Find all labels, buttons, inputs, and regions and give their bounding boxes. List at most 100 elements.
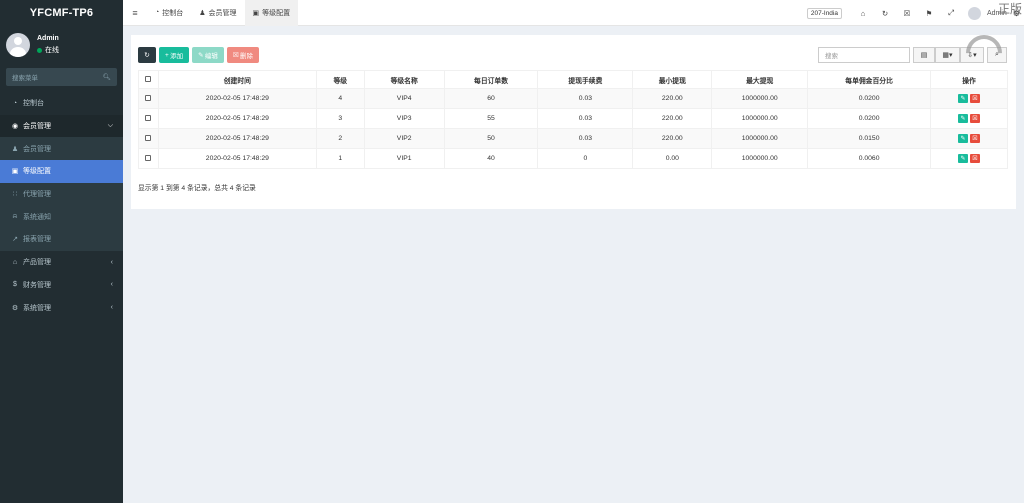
refresh-icon[interactable]: ↻: [874, 9, 896, 18]
columns-button[interactable]: ▦▾: [935, 47, 960, 63]
toolbar: ↻ + 添加 ✎ 编辑 ☒ 删除: [138, 47, 259, 63]
edit-button[interactable]: ✎ 编辑: [192, 47, 224, 63]
app-logo[interactable]: YFCMF-TP6: [0, 0, 123, 26]
cell-created-at: 2020-02-05 17:48:29: [157, 88, 317, 109]
sidebar-item-dashboard[interactable]: ◔ 控制台: [0, 92, 123, 115]
user-status: 在线: [37, 45, 59, 55]
tab-level-config[interactable]: ▣ 等级配置: [244, 0, 299, 26]
row-delete-button[interactable]: ☒: [970, 134, 980, 143]
row-delete-button[interactable]: ☒: [970, 94, 980, 103]
list-icon: ▤: [920, 52, 928, 59]
fullscreen-icon[interactable]: ⤢: [940, 8, 962, 18]
pencil-icon: ✎: [960, 156, 966, 162]
topbar: ≡ ◔ 控制台 ♟ 会员管理 ▣ 等级配置 207-India ⌂ ↻ ☒ ⚑ ⤢ A…: [123, 0, 1024, 26]
row-edit-button[interactable]: ✎: [958, 134, 968, 143]
cell-commission-rate: 0.0200: [807, 88, 932, 109]
cell-commission-rate: 0.0060: [807, 148, 932, 169]
sidebar-item-label: 产品管理: [23, 259, 51, 267]
toggle-view-button[interactable]: ▤: [913, 47, 935, 63]
sidebar-item-notifications[interactable]: ⍾ 系统通知: [0, 205, 123, 229]
sidebar-item-label: 会员管理: [23, 123, 51, 131]
add-button[interactable]: + 添加: [159, 47, 190, 63]
home-icon[interactable]: ⌂: [852, 9, 874, 18]
tab-member-management[interactable]: ♟ 会员管理: [191, 0, 244, 26]
user-panel: Admin 在线: [0, 26, 123, 64]
cell-daily-orders: 50: [443, 128, 539, 149]
row-delete-button[interactable]: ☒: [970, 154, 980, 163]
sidebar-item-products[interactable]: ⌂ 产品管理 ‹: [0, 251, 123, 274]
column-header[interactable]: 每单佣金百分比: [807, 70, 932, 89]
id-card-icon: ▣: [252, 9, 260, 17]
cell-withdraw-fee: 0.03: [537, 108, 634, 129]
cell-level-name: VIP3: [363, 108, 445, 129]
sidebar-search-input[interactable]: 搜索菜单 🔍︎: [6, 68, 117, 86]
search-icon[interactable]: 🔍︎: [103, 73, 111, 81]
dashboard-icon: ◔: [155, 9, 160, 16]
refresh-icon: ↻: [144, 52, 150, 59]
refresh-button[interactable]: ↻: [138, 47, 156, 63]
row-delete-button[interactable]: ☒: [970, 114, 980, 123]
pencil-icon: ✎: [960, 96, 966, 102]
sidebar-item-level-config[interactable]: ▣ 等级配置: [0, 160, 123, 183]
row-select-cell[interactable]: [138, 128, 159, 149]
trash-icon: ☒: [972, 156, 978, 162]
column-header[interactable]: 每日订单数: [443, 70, 539, 89]
sidebar-menu: ◔ 控制台 ◉ 会员管理 ⌵ ♟ 会员管理 ▣ 等级配置 ∷ 代理管理 ⍾ 系统通知 ↗ 报表管…: [0, 92, 123, 319]
sidebar-item-label: 报表管理: [23, 236, 51, 244]
row-checkbox[interactable]: [145, 154, 152, 161]
row-select-cell[interactable]: [138, 148, 159, 169]
content-panel: ↻ + 添加 ✎ 编辑 ☒ 删除 搜索 ▤ ▦▾ ⇩▾ ⌕ 创建时间 等级 等级…: [131, 27, 1016, 209]
row-edit-button[interactable]: ✎: [958, 114, 968, 123]
server-badge[interactable]: 207-India: [806, 7, 842, 19]
column-header[interactable]: 创建时间: [157, 70, 317, 89]
topbar-actions: 207-India ⌂ ↻ ☒ ⚑ ⤢ Admin ⚙: [806, 0, 1024, 26]
column-header[interactable]: 提现手续费: [537, 70, 634, 89]
delete-button-label: 删除: [240, 53, 253, 60]
column-header[interactable]: 等级: [315, 70, 365, 89]
cell-daily-orders: 40: [443, 148, 539, 169]
delete-button[interactable]: ☒ 删除: [226, 47, 259, 63]
cell-created-at: 2020-02-05 17:48:29: [157, 128, 317, 149]
user-avatar: [6, 33, 30, 57]
sidebar-item-members[interactable]: ♟ 会员管理: [0, 137, 123, 161]
chevron-down-icon: ⌵: [107, 122, 113, 130]
column-header[interactable]: 最大提现: [711, 70, 809, 89]
column-header[interactable]: 最小提现: [632, 70, 713, 89]
row-select-cell[interactable]: [138, 108, 159, 129]
cell-created-at: 2020-02-05 17:48:29: [157, 148, 317, 169]
tab-label: 控制台: [162, 9, 184, 17]
sidebar-item-system[interactable]: ⚙ 系统管理 ‹: [0, 296, 123, 319]
user-icon: ♟: [11, 145, 19, 153]
home-icon: ⌂: [12, 258, 18, 266]
sidebar-item-member-management[interactable]: ◉ 会员管理 ⌵: [0, 114, 123, 138]
table-row[interactable]: 2020-02-05 17:48:29 2 VIP2 50 0.03 220.0…: [138, 128, 1008, 149]
tab-dashboard[interactable]: ◔ 控制台: [147, 0, 191, 26]
trash-icon[interactable]: ☒: [896, 9, 918, 18]
cell-max-withdraw: 1000000.00: [711, 128, 809, 149]
translate-icon[interactable]: ⚑: [918, 9, 940, 18]
sidebar-item-label: 会员管理: [23, 145, 51, 153]
column-header[interactable]: 等级名称: [363, 70, 445, 89]
user-icon: ♟: [199, 9, 206, 17]
row-checkbox[interactable]: [145, 94, 152, 101]
row-checkbox[interactable]: [145, 134, 152, 141]
table-row[interactable]: 2020-02-05 17:48:29 1 VIP1 40 0 0.00 100…: [138, 148, 1008, 169]
sidebar-item-agents[interactable]: ∷ 代理管理: [0, 182, 123, 206]
table-row[interactable]: 2020-02-05 17:48:29 3 VIP3 55 0.03 220.0…: [138, 108, 1008, 129]
select-all-cell[interactable]: [138, 70, 159, 89]
table-search-input[interactable]: 搜索: [818, 47, 910, 63]
select-all-checkbox[interactable]: [145, 75, 152, 82]
menu-toggle-icon[interactable]: ≡: [123, 8, 147, 18]
sidebar-item-finance[interactable]: $ 财务管理 ‹: [0, 274, 123, 297]
row-edit-button[interactable]: ✎: [958, 94, 968, 103]
row-select-cell[interactable]: [138, 88, 159, 109]
sidebar-item-reports[interactable]: ↗ 报表管理: [0, 228, 123, 251]
row-edit-button[interactable]: ✎: [958, 154, 968, 163]
watermark: 正版: [997, 2, 1022, 16]
columns-icon: ▦▾: [942, 52, 953, 59]
chart-line-icon: ↗: [12, 236, 18, 244]
row-checkbox[interactable]: [145, 114, 152, 121]
level-table: 创建时间 等级 等级名称 每日订单数 提现手续费 最小提现 最大提现 每单佣金百…: [138, 70, 1008, 169]
add-button-label: 添加: [170, 53, 184, 60]
table-row[interactable]: 2020-02-05 17:48:29 4 VIP4 60 0.03 220.0…: [138, 88, 1008, 109]
